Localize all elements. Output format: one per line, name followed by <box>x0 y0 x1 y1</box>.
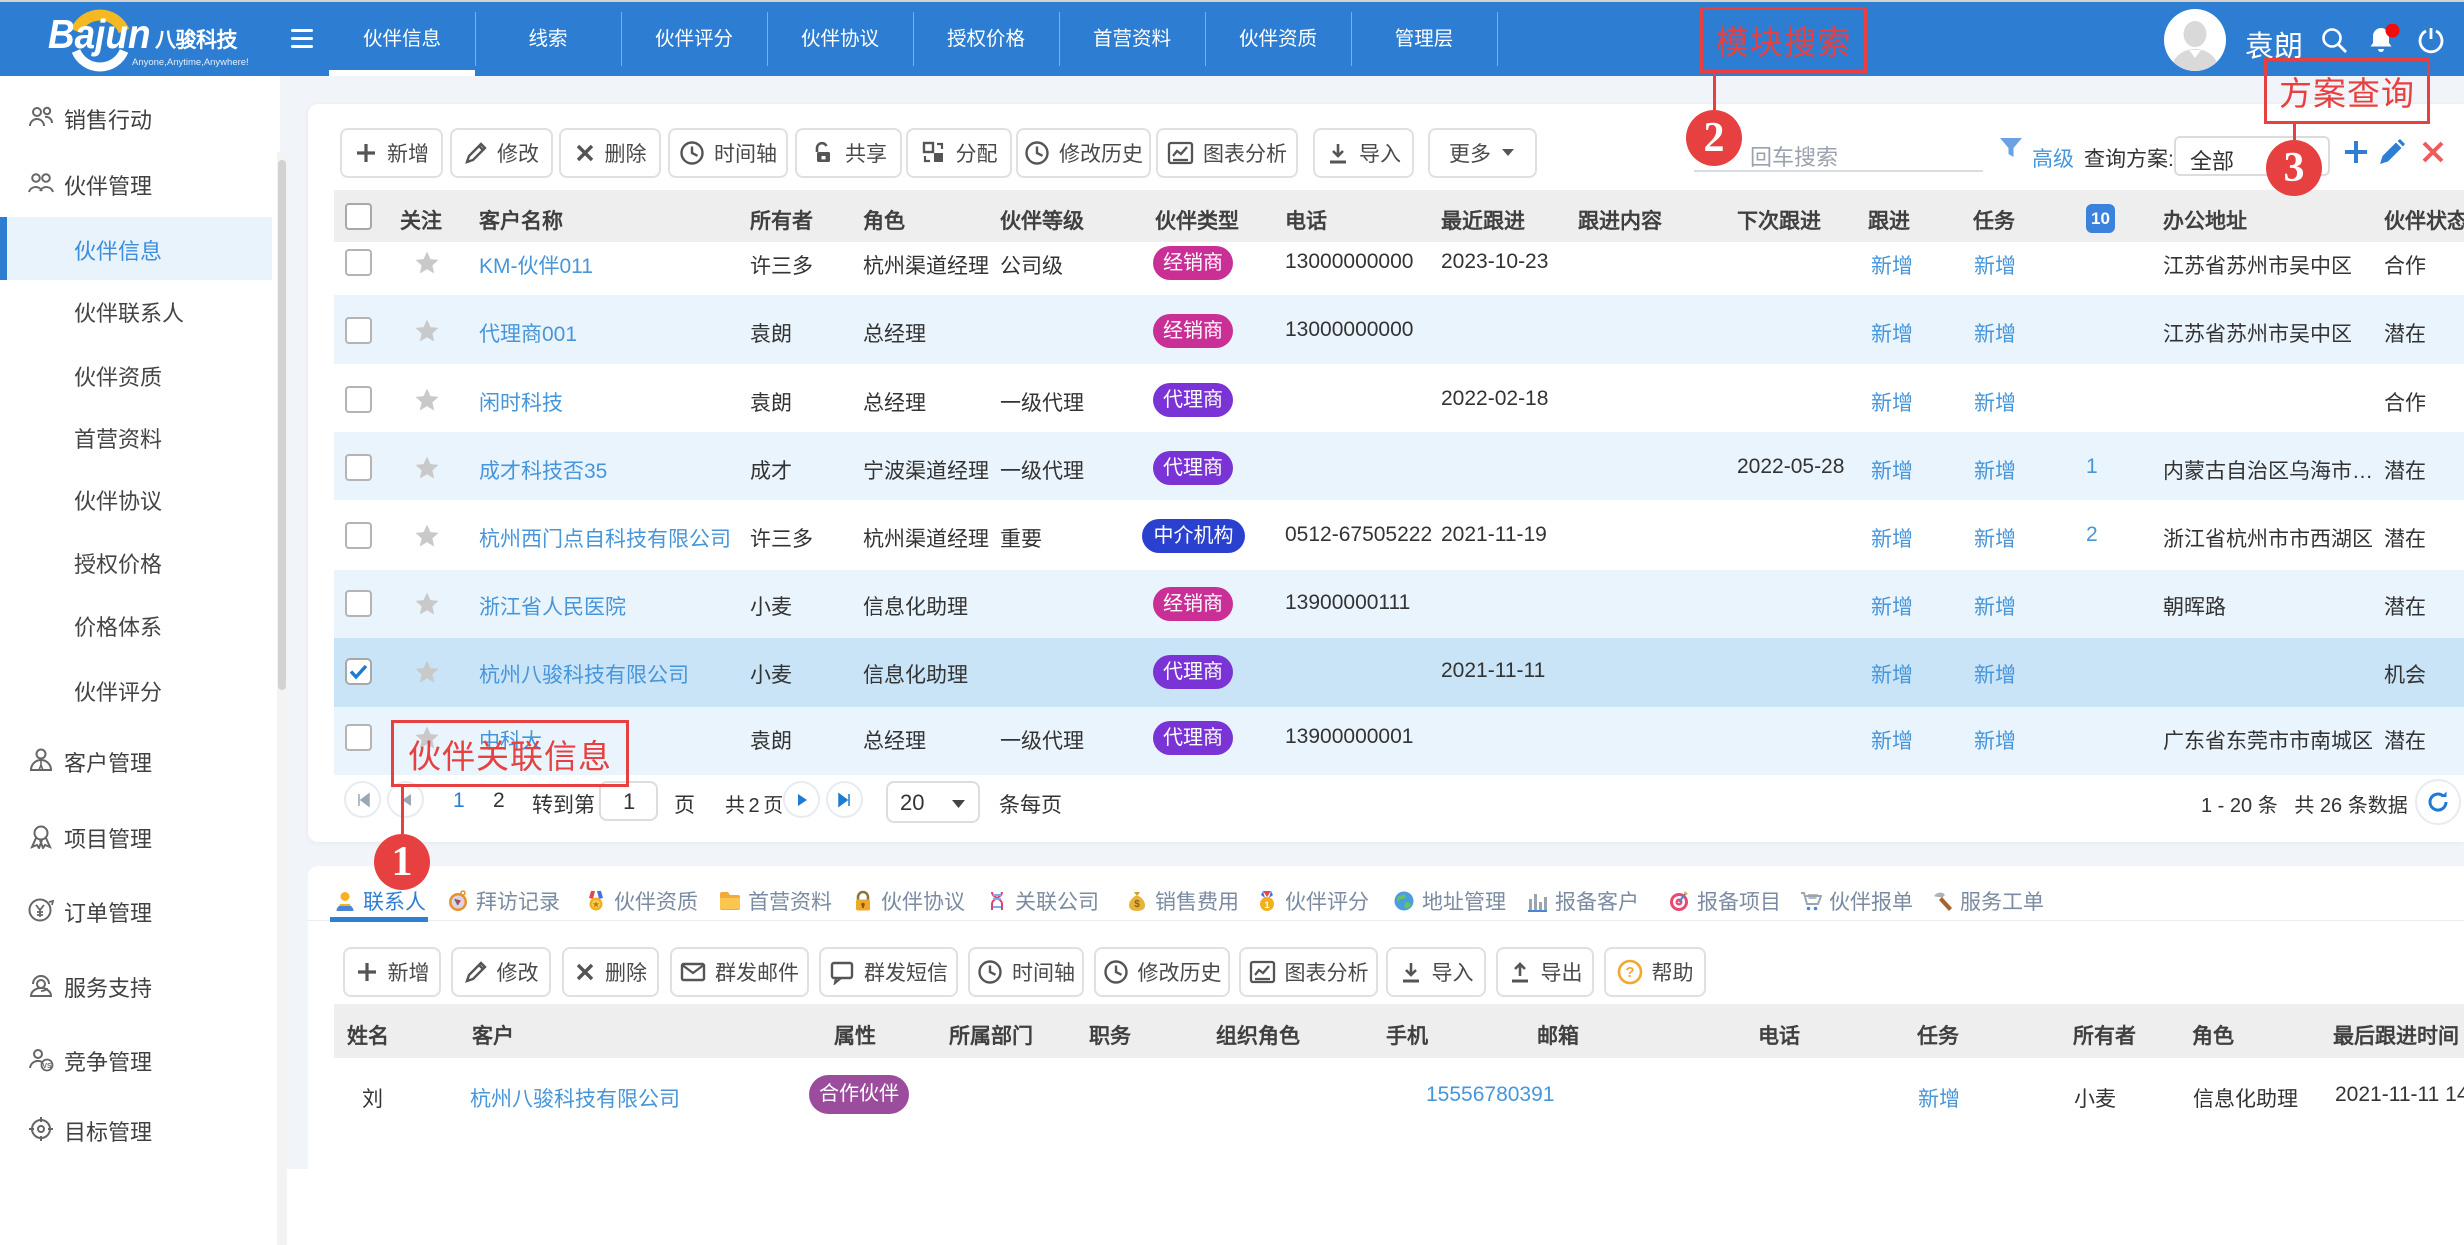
svg-text:$: $ <box>1134 899 1140 910</box>
svg-text:1: 1 <box>1264 900 1269 910</box>
svg-text:VS: VS <box>42 1063 52 1070</box>
svg-text:?: ? <box>1625 964 1634 981</box>
